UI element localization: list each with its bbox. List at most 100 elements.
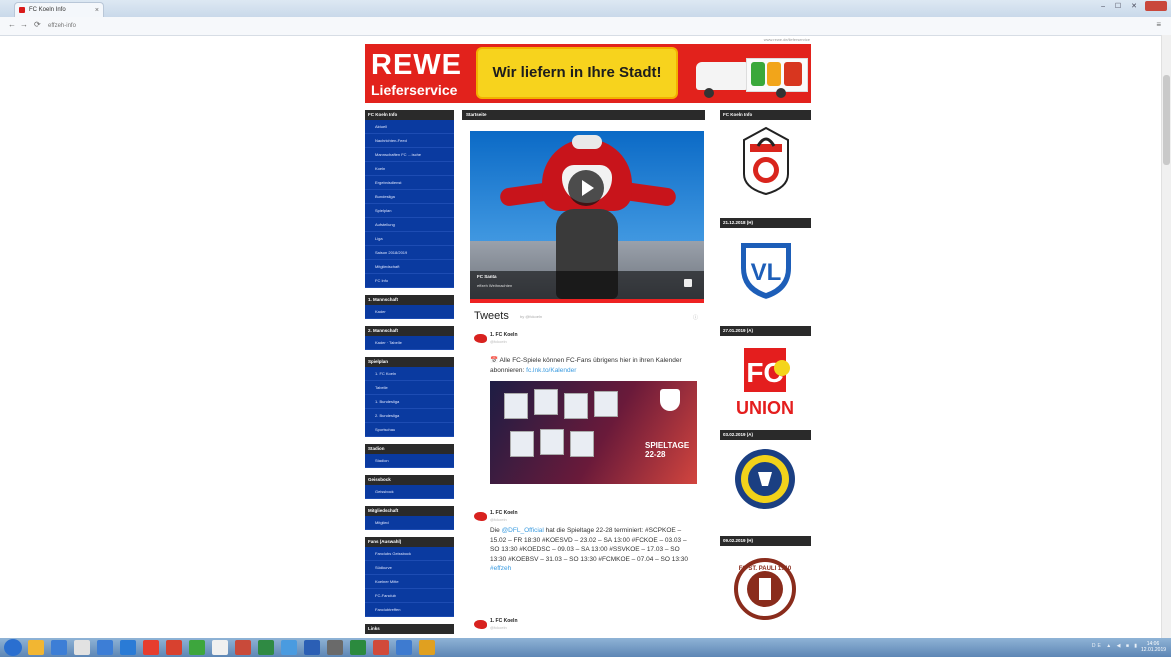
- tweet-text: 📅 Alle FC-Spiele können FC-Fans übrigens…: [490, 357, 682, 374]
- sidebar-item[interactable]: Koelner Mitte: [365, 575, 454, 589]
- video-player[interactable]: FC Santa effzeh Weihnachten: [470, 131, 704, 303]
- sidebar-item[interactable]: Geissbock: [365, 485, 454, 499]
- tab-title: FC Koeln Info: [29, 7, 66, 13]
- right-box-title: 21.12.2018 (H): [720, 218, 811, 228]
- taskbar-app-icon[interactable]: [74, 640, 90, 655]
- fc-koeln-avatar[interactable]: [474, 620, 487, 629]
- taskbar-app-icon[interactable]: [350, 640, 366, 655]
- system-tray[interactable]: DE ▲ ◀ ■ ▮: [1092, 643, 1139, 649]
- sidebar-item[interactable]: 2. Bundesliga: [365, 409, 454, 423]
- browser-tab[interactable]: FC Koeln Info ×: [14, 2, 104, 17]
- taskbar-app-icon[interactable]: [28, 640, 44, 655]
- taskbar-app-icon[interactable]: [143, 640, 159, 655]
- taskbar-app-icon[interactable]: [212, 640, 228, 655]
- taskbar-app-icon[interactable]: [327, 640, 343, 655]
- fullscreen-icon[interactable]: [684, 279, 692, 287]
- fc-koeln-avatar[interactable]: [474, 512, 487, 521]
- sidebar-item[interactable]: Kader: [365, 305, 454, 319]
- st-pauli-crest[interactable]: FC ST. PAULI 1910: [734, 554, 796, 624]
- taskbar-app-icon[interactable]: [258, 640, 274, 655]
- tweet-handle[interactable]: @fckoeln: [490, 339, 507, 344]
- image-caption: SPIELTAGE 22-28: [645, 441, 690, 459]
- taskbar-app-icon[interactable]: [189, 640, 205, 655]
- rewe-ad-banner[interactable]: REWE Lieferservice Wir liefern in Ihre S…: [365, 44, 811, 103]
- ad-slogan-sign: Wir liefern in Ihre Stadt!: [478, 49, 676, 97]
- sidebar-item[interactable]: Aktuell: [365, 120, 454, 134]
- sidebar-item[interactable]: Saison 2018/2019: [365, 246, 454, 260]
- tweet-author[interactable]: 1. FC Koeln: [490, 618, 518, 624]
- reload-icon[interactable]: ⟳: [34, 20, 41, 29]
- sidebar-item[interactable]: Sportschau: [365, 423, 454, 437]
- start-button[interactable]: [4, 639, 22, 656]
- sidebar-item[interactable]: Bundesliga: [365, 190, 454, 204]
- sidebar-item[interactable]: Mannschaften FC …ische: [365, 148, 454, 162]
- tweet-hashtag[interactable]: #effzeh: [490, 565, 511, 572]
- taskbar-app-icon[interactable]: [373, 640, 389, 655]
- sidebar-item[interactable]: Spielplan: [365, 204, 454, 218]
- taskbar-app-icon[interactable]: [304, 640, 320, 655]
- window-close-button[interactable]: [1145, 1, 1167, 11]
- browser-titlebar: FC Koeln Info × – ☐ ✕: [0, 0, 1171, 17]
- sidebar-item[interactable]: Fanclubtreffen: [365, 603, 454, 617]
- fc-koeln-logo-icon: [660, 389, 680, 411]
- erzgebirge-aue-crest[interactable]: [734, 446, 796, 512]
- taskbar-app-icon[interactable]: [166, 640, 182, 655]
- taskbar-app-icon[interactable]: [419, 640, 435, 655]
- tweet-image[interactable]: SPIELTAGE 22-28: [490, 381, 697, 484]
- play-icon[interactable]: [568, 170, 604, 206]
- sidebar-item[interactable]: Mitglied: [365, 516, 454, 530]
- sidebar-item[interactable]: Südkurve: [365, 561, 454, 575]
- forward-icon[interactable]: →: [20, 20, 28, 29]
- tweet-link[interactable]: fc.lnk.to/Kalender: [526, 367, 576, 374]
- taskbar-app-icon[interactable]: [396, 640, 412, 655]
- back-icon[interactable]: ←: [8, 20, 16, 29]
- sidebar-item[interactable]: Tabelle: [365, 381, 454, 395]
- taskbar-app-icon[interactable]: [120, 640, 136, 655]
- info-icon[interactable]: ⓘ: [693, 314, 698, 321]
- tab-close-icon[interactable]: ×: [95, 3, 99, 18]
- sidebar-box: 1. Mannschaft Kader: [365, 295, 454, 319]
- sidebar-item[interactable]: Stadion: [365, 454, 454, 468]
- tweet-author[interactable]: 1. FC Koeln: [490, 510, 518, 516]
- window-controls[interactable]: – ☐ ✕: [1101, 2, 1141, 10]
- sidebar-item[interactable]: FC-Fanclub: [365, 589, 454, 603]
- sidebar-item[interactable]: Nachrichten-Feed: [365, 134, 454, 148]
- right-box: 27.01.2019 (A) FC UNION: [720, 326, 811, 418]
- rewe-sublogo: Lieferservice: [371, 82, 458, 98]
- tweet-mention[interactable]: @DFL_Official: [502, 527, 544, 534]
- sidebar-item[interactable]: 1. FC Koeln: [365, 367, 454, 381]
- taskbar-clock[interactable]: 14:06 12.01.2019: [1141, 641, 1166, 653]
- sidebar-item[interactable]: Mitgliedschaft: [365, 260, 454, 274]
- sidebar-item[interactable]: Liga: [365, 232, 454, 246]
- video-title: FC Santa: [477, 274, 497, 279]
- taskbar-app-icon[interactable]: [97, 640, 113, 655]
- sidebar-item[interactable]: Kader · Tabelle: [365, 336, 454, 350]
- sidebar-item[interactable]: Koeln: [365, 162, 454, 176]
- right-box: 03.02.2019 (A): [720, 430, 811, 509]
- tweet-handle[interactable]: @fckoeln: [490, 625, 507, 630]
- scrollbar-thumb[interactable]: [1163, 75, 1170, 165]
- page-scrollbar[interactable]: [1161, 35, 1171, 638]
- sidebar-box-title: 2. Mannschaft: [365, 326, 454, 336]
- fc-koeln-avatar[interactable]: [474, 334, 487, 343]
- sidebar-item[interactable]: 1. Bundesliga: [365, 395, 454, 409]
- sidebar-item[interactable]: Ergebnisdienst: [365, 176, 454, 190]
- union-berlin-crest[interactable]: FC UNION: [730, 344, 800, 422]
- taskbar-app-icon[interactable]: [51, 640, 67, 655]
- fc-koeln-crest[interactable]: [740, 126, 792, 196]
- tweets-by[interactable]: by @fckoeln: [520, 314, 542, 319]
- vfl-bochum-crest[interactable]: VL: [736, 238, 796, 304]
- tweet-handle[interactable]: @fckoeln: [490, 517, 507, 522]
- menu-icon[interactable]: ≡: [1156, 20, 1161, 29]
- taskbar-app-icon[interactable]: [281, 640, 297, 655]
- banner-top-link[interactable]: www.rewe.de/lieferservice: [720, 37, 810, 42]
- sidebar-item[interactable]: Fanclubs Geissbock: [365, 547, 454, 561]
- rewe-logo: REWE: [371, 49, 462, 81]
- sidebar-item[interactable]: FC Info: [365, 274, 454, 288]
- taskbar-app-icon[interactable]: [235, 640, 251, 655]
- browser-toolbar: ← → ⟳ effzeh-info ≡: [0, 17, 1171, 36]
- sidebar-item[interactable]: Aufstellung: [365, 218, 454, 232]
- right-box: 21.12.2018 (H) VL: [720, 218, 811, 302]
- address-bar[interactable]: effzeh-info: [48, 21, 348, 31]
- tweet-author[interactable]: 1. FC Koeln: [490, 332, 518, 338]
